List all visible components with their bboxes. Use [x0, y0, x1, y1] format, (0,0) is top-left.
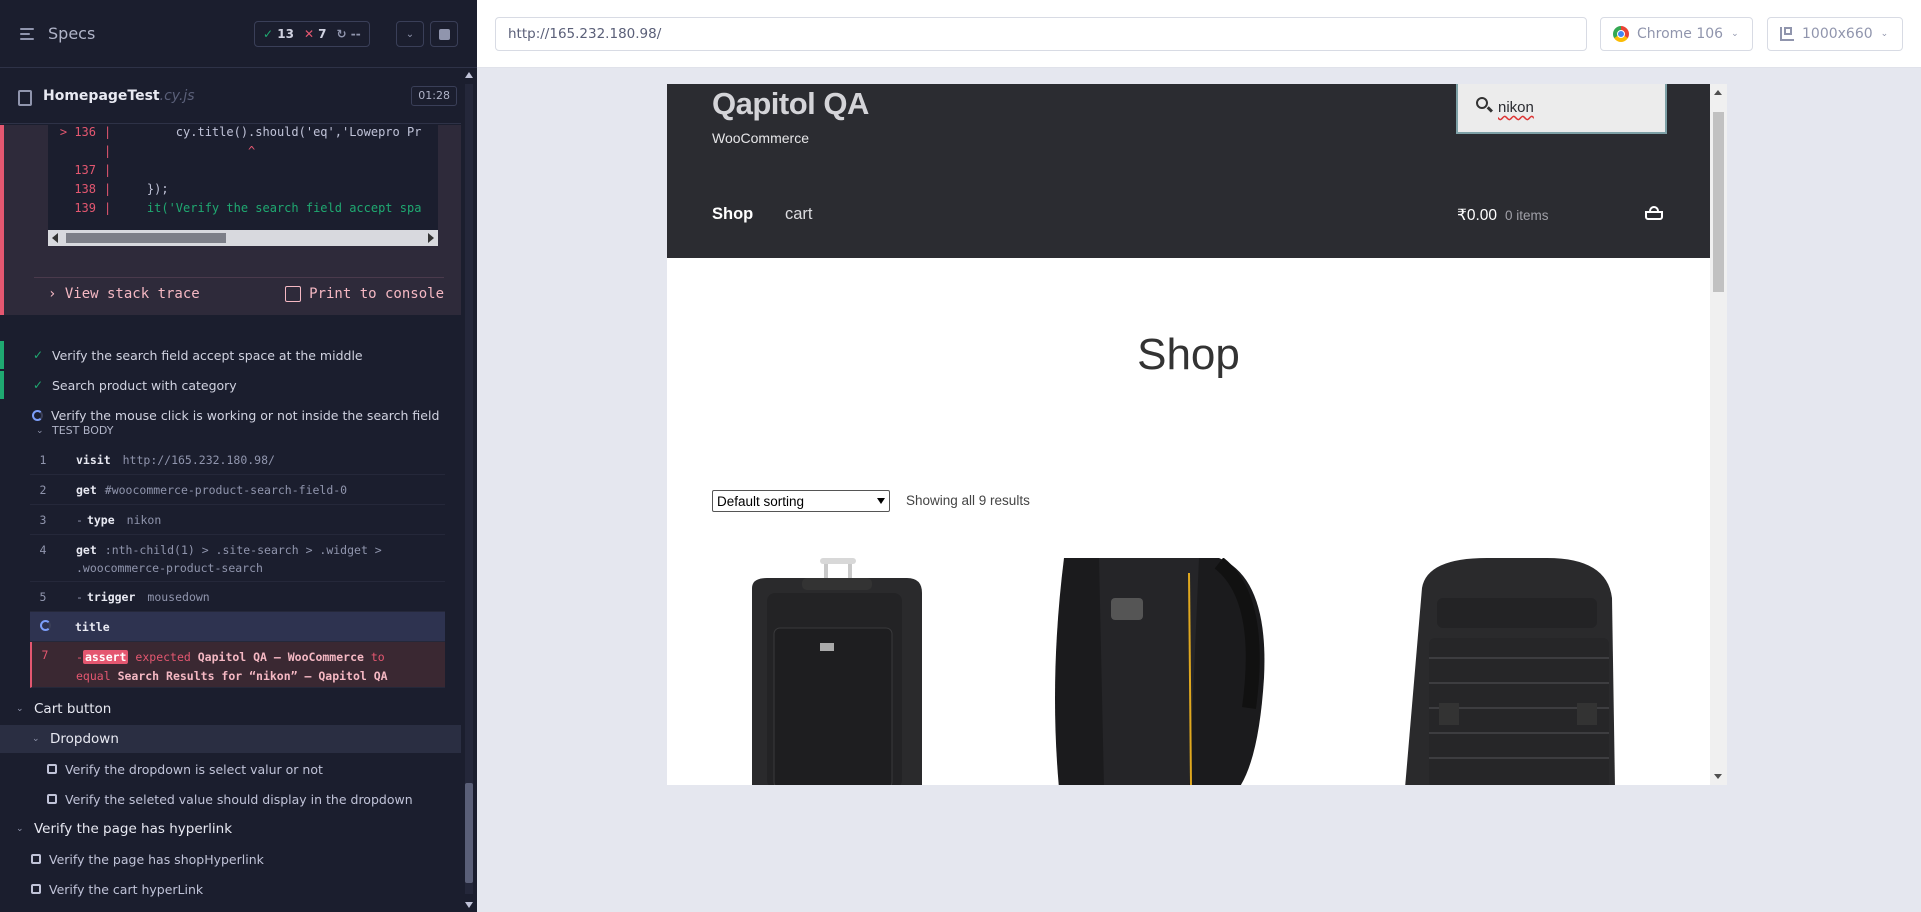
- spinner-icon: [32, 409, 43, 421]
- preview-toolbar: http://165.232.180.98/ Chrome 106 ⌄ 1000…: [477, 0, 1921, 68]
- spinner-icon: [40, 620, 51, 631]
- viewport-icon: [1780, 27, 1794, 41]
- specs-label: Specs: [48, 24, 96, 43]
- command-row[interactable]: 4 get:nth-child(1) > .site-search > .wid…: [30, 535, 445, 582]
- spec-name: HomepageTest.cy.js: [43, 88, 195, 104]
- code-line: > 136 | cy.title().should('eq','Lowepro P…: [59, 125, 422, 139]
- page-title: Shop: [1137, 330, 1240, 379]
- pending-count: ↻ --: [336, 27, 361, 41]
- chevron-down-icon: ⌄: [1731, 29, 1739, 39]
- product-image-sling-backpack[interactable]: [1039, 558, 1269, 785]
- document-icon: [18, 90, 32, 106]
- cart-item-count[interactable]: 0 items: [1505, 208, 1549, 223]
- reporter-scrollbar[interactable]: [461, 68, 477, 912]
- code-frame: > 136 | cy.title().should('eq','Lowepro P…: [48, 125, 438, 245]
- error-actions: › View stack trace Print to console: [34, 277, 444, 313]
- command-row-failed[interactable]: 7 - assert expected Qapitol QA – WooComme…: [30, 642, 445, 688]
- runner-header: Specs ✓ 13 ✕ 7 ↻ -- ⌄: [0, 0, 477, 68]
- spec-duration: 01:28: [411, 86, 457, 106]
- command-row[interactable]: 2 get #woocommerce-product-search-field-…: [30, 475, 445, 505]
- chevron-down-icon: ⌄: [1880, 29, 1889, 39]
- chevron-down-icon: ⌄: [32, 734, 40, 744]
- passed-count: ✓ 13: [263, 27, 294, 41]
- pending-box-icon: [47, 764, 57, 774]
- chrome-icon: [1613, 26, 1629, 42]
- suite-cart-button[interactable]: ⌄ Cart button: [0, 695, 461, 723]
- browser-selector[interactable]: Chrome 106 ⌄: [1600, 17, 1753, 51]
- chevron-down-icon: ⌄: [16, 824, 24, 834]
- test-item[interactable]: ✓ Search product with category: [0, 371, 461, 399]
- test-item[interactable]: ✓ Verify the search field accept space a…: [0, 341, 461, 369]
- code-line: 138 | });: [74, 182, 169, 196]
- view-stack-trace-button[interactable]: › View stack trace: [48, 286, 200, 302]
- sorting-select[interactable]: Default sorting: [712, 490, 890, 512]
- check-icon: ✓: [32, 378, 44, 392]
- site-header: Qapitol QA WooCommerce nikon Shop cart ₹…: [667, 84, 1710, 258]
- chevron-down-icon: ⌄: [16, 704, 24, 714]
- command-row[interactable]: 5 trigger mousedown: [30, 582, 445, 612]
- test-item[interactable]: Verify the page has shopHyperlink: [0, 845, 461, 873]
- stop-button[interactable]: [430, 21, 458, 47]
- test-item[interactable]: Verify the seleted value should display …: [0, 785, 461, 813]
- pending-box-icon: [31, 884, 41, 894]
- chevron-down-icon: [877, 498, 885, 504]
- pending-box-icon: [31, 854, 41, 864]
- code-line: | ^: [104, 144, 256, 158]
- viewport-selector[interactable]: 1000x660 ⌄: [1767, 17, 1903, 51]
- failed-count: ✕ 7: [303, 27, 327, 41]
- cart-total[interactable]: ₹0.00: [1457, 206, 1497, 225]
- error-block: > 136 | cy.title().should('eq','Lowepro P…: [0, 125, 461, 315]
- test-item[interactable]: Verify the cart hyperLink: [0, 875, 461, 903]
- command-row[interactable]: 3 type nikon: [30, 505, 445, 535]
- chevron-down-icon: ⌄: [36, 425, 44, 436]
- command-row-pending[interactable]: title: [30, 612, 445, 642]
- command-log: 1 visit http://165.232.180.98/ 2 get #wo…: [30, 445, 445, 688]
- cypress-runner-panel: Specs ✓ 13 ✕ 7 ↻ -- ⌄ HomepageTest.cy.js…: [0, 0, 477, 912]
- collapse-button[interactable]: ⌄: [396, 21, 424, 47]
- specs-list-icon: [20, 27, 38, 41]
- code-line: 139 | it('Verify the search field accept …: [74, 201, 422, 215]
- pending-box-icon: [47, 794, 57, 804]
- stop-icon: [438, 28, 450, 40]
- site-tagline: WooCommerce: [712, 130, 809, 146]
- code-line: 137 |: [74, 163, 112, 177]
- check-icon: ✓: [32, 348, 44, 362]
- nav-shop-link[interactable]: Shop: [712, 205, 753, 224]
- nav-cart-link[interactable]: cart: [785, 205, 813, 224]
- url-bar[interactable]: http://165.232.180.98/: [495, 17, 1587, 51]
- console-icon: [285, 286, 302, 302]
- chevron-down-icon: ⌄: [405, 28, 415, 40]
- product-search-field[interactable]: nikon: [1456, 84, 1667, 134]
- spec-file-row: HomepageTest.cy.js 01:28: [0, 68, 477, 124]
- test-item[interactable]: Verify the dropdown is select valur or n…: [0, 755, 461, 783]
- site-title[interactable]: Qapitol QA: [712, 86, 869, 122]
- basket-icon[interactable]: [1645, 206, 1663, 220]
- suite-dropdown[interactable]: ⌄ Dropdown: [0, 725, 461, 753]
- specs-toggle[interactable]: Specs: [20, 24, 95, 43]
- results-count: Showing all 9 results: [906, 493, 1030, 508]
- product-image-camera-backpack[interactable]: [1367, 558, 1617, 785]
- product-image-rolling-bag[interactable]: [712, 558, 952, 785]
- command-row[interactable]: 1 visit http://165.232.180.98/: [30, 445, 445, 475]
- assert-message: - assert expected Qapitol QA – WooCommerc…: [76, 650, 388, 683]
- test-body-toggle[interactable]: ⌄ TEST BODY: [36, 424, 113, 437]
- test-stats: ✓ 13 ✕ 7 ↻ --: [254, 21, 370, 47]
- code-horizontal-scrollbar[interactable]: [48, 230, 438, 246]
- app-under-test-frame: Qapitol QA WooCommerce nikon Shop cart ₹…: [667, 84, 1727, 785]
- search-icon: [1476, 97, 1488, 109]
- reporter-scroll-area: > 136 | cy.title().should('eq','Lowepro P…: [0, 125, 461, 912]
- app-vertical-scrollbar[interactable]: [1710, 84, 1727, 785]
- suite-hyperlink[interactable]: ⌄ Verify the page has hyperlink: [0, 815, 461, 843]
- print-to-console-button[interactable]: Print to console: [285, 286, 444, 302]
